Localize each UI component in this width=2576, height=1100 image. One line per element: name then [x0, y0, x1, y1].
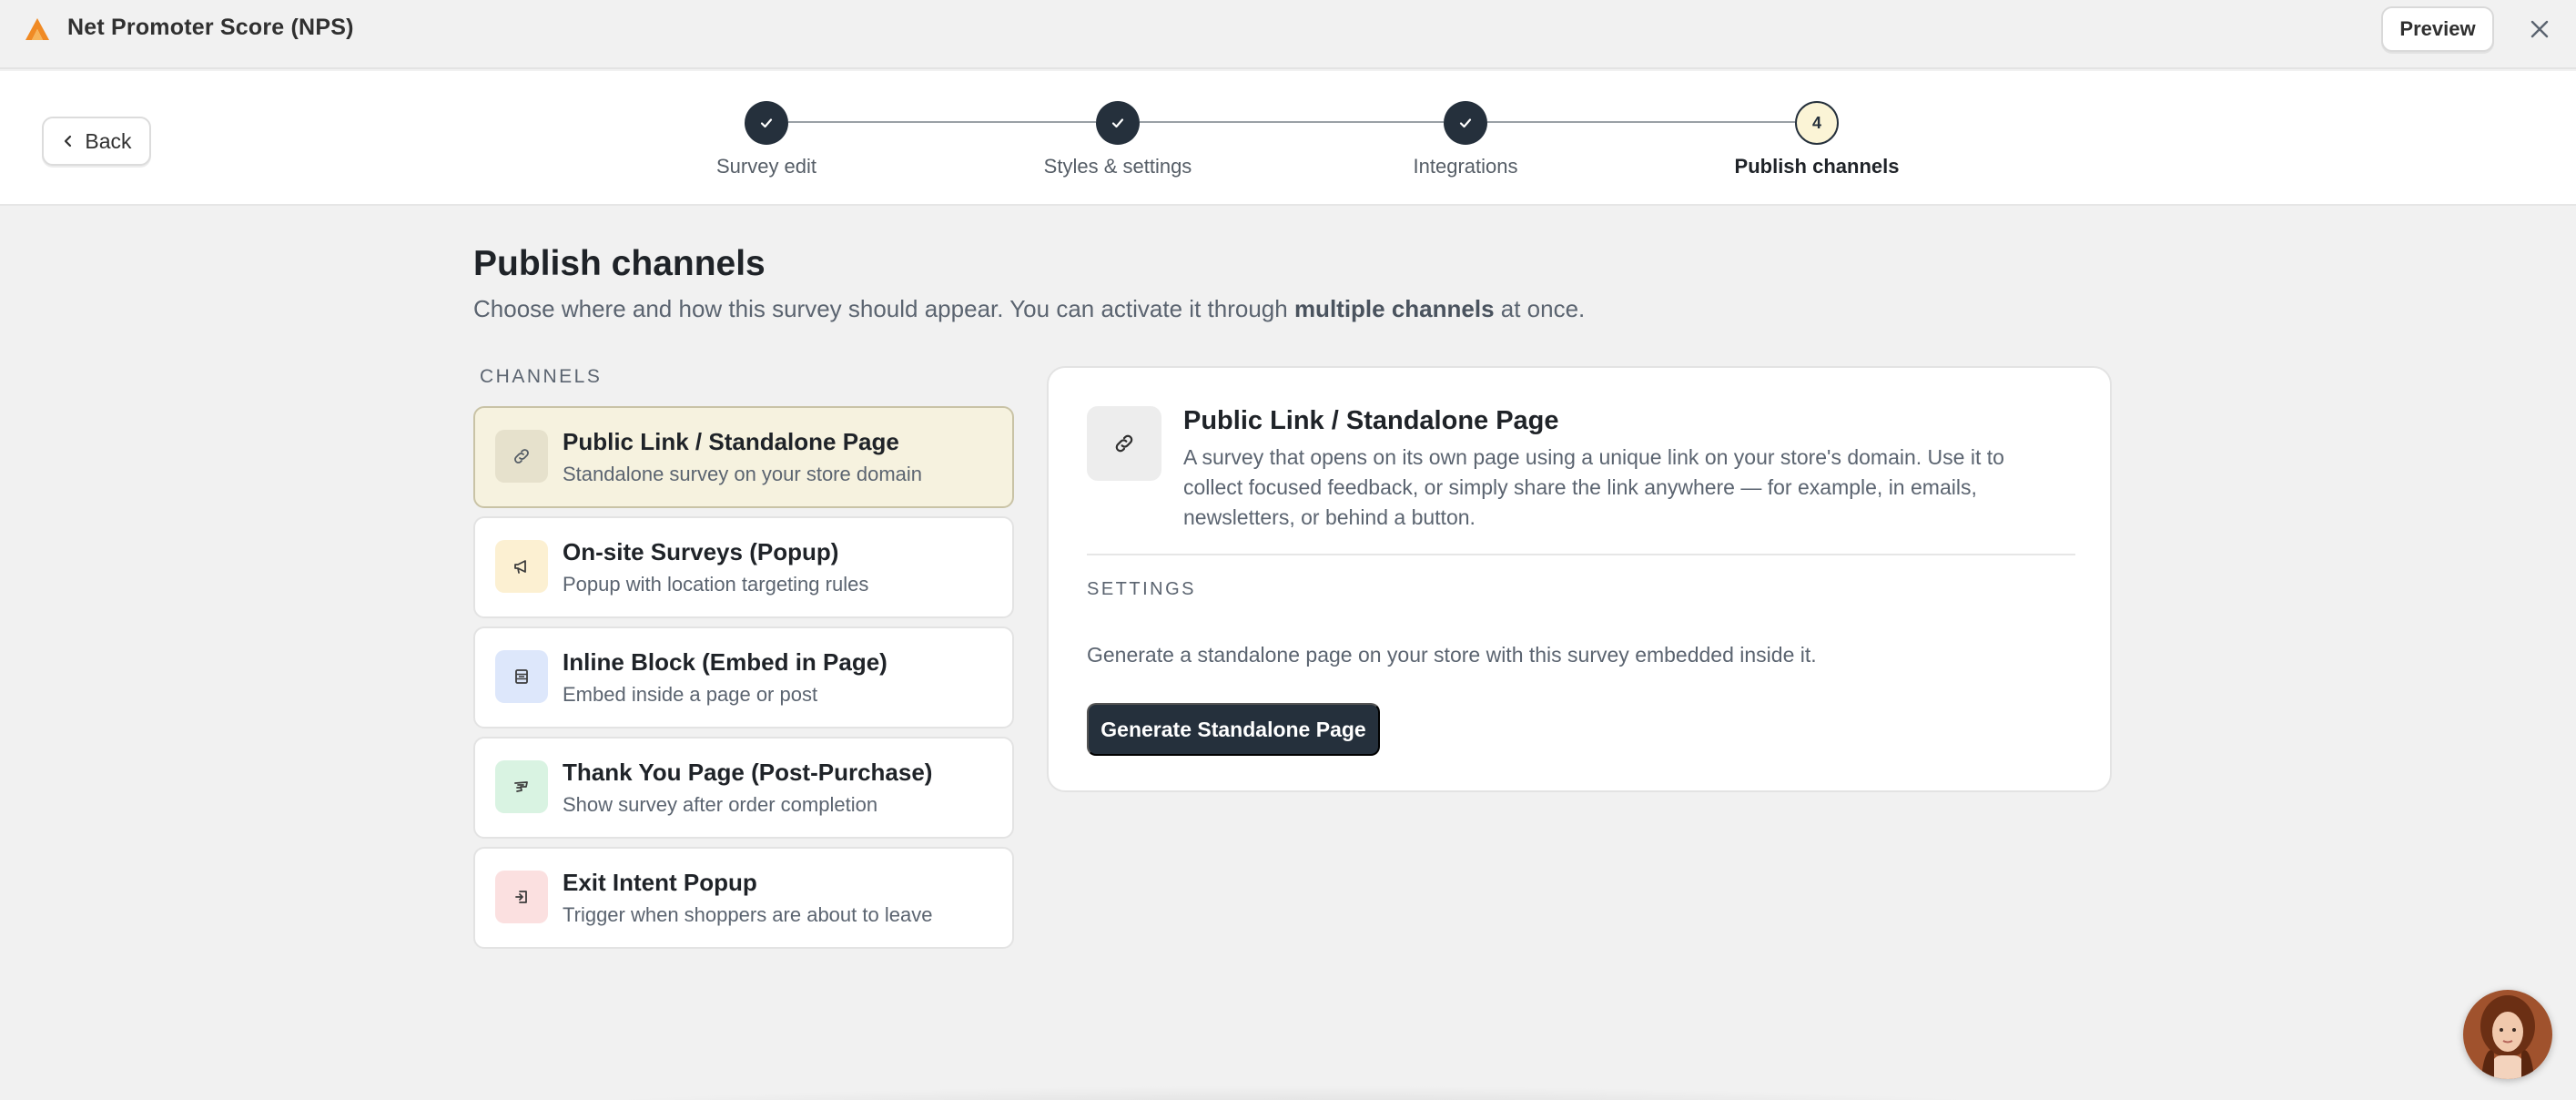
link-icon	[1115, 434, 1133, 453]
generate-standalone-page-button[interactable]: Generate Standalone Page	[1087, 703, 1380, 756]
stepper-bar: Back 4 Survey edit Styles & settings Int…	[0, 71, 2576, 206]
channel-description: Trigger when shoppers are about to leave	[563, 903, 933, 926]
step-3-check[interactable]	[1444, 101, 1487, 145]
channel-description: Popup with location targeting rules	[563, 573, 869, 596]
embed-block-icon	[515, 669, 528, 684]
back-label: Back	[85, 128, 132, 153]
settings-description: Generate a standalone page on your store…	[1087, 643, 1817, 667]
preview-button[interactable]: Preview	[2381, 6, 2494, 52]
channel-title: Public Link / Standalone Page	[563, 428, 899, 455]
channel-title: On-site Surveys (Popup)	[563, 538, 839, 565]
step-4-number[interactable]: 4	[1795, 101, 1839, 145]
channel-title: Thank You Page (Post-Purchase)	[563, 759, 933, 786]
channels-section-label: CHANNELS	[480, 366, 603, 387]
app-title: Net Promoter Score (NPS)	[67, 15, 354, 40]
check-icon	[1111, 118, 1124, 128]
top-bar: Net Promoter Score (NPS) Preview	[0, 0, 2576, 69]
settings-section-label: SETTINGS	[1087, 579, 1197, 599]
step-label-styles-settings[interactable]: Styles & settings	[1044, 155, 1192, 178]
channel-icon-wrap	[495, 871, 548, 923]
receipt-icon	[514, 781, 528, 792]
megaphone-icon	[514, 560, 526, 574]
app-logo-icon	[25, 18, 49, 40]
check-icon	[1459, 118, 1472, 128]
channel-onsite-popup[interactable]: On-site Surveys (Popup) Popup with locat…	[473, 516, 1014, 618]
subtitle-text: Choose where and how this survey should …	[473, 295, 1294, 322]
step-label-survey-edit[interactable]: Survey edit	[716, 155, 816, 178]
channel-title: Exit Intent Popup	[563, 869, 757, 896]
channel-thank-you-page[interactable]: Thank You Page (Post-Purchase) Show surv…	[473, 737, 1014, 839]
channel-detail-panel: Public Link / Standalone Page A survey t…	[1047, 366, 2112, 792]
subtitle-emphasis: multiple channels	[1293, 295, 1495, 322]
chevron-left-icon	[65, 135, 72, 148]
page-title: Publish channels	[473, 244, 766, 283]
support-chat-avatar[interactable]	[2463, 990, 2552, 1079]
channel-icon-wrap	[495, 540, 548, 593]
detail-description: A survey that opens on its own page usin…	[1183, 445, 2004, 529]
channel-icon-wrap	[495, 430, 548, 483]
check-icon	[760, 118, 773, 128]
back-button[interactable]: Back	[42, 117, 151, 166]
channel-title: Inline Block (Embed in Page)	[563, 648, 887, 676]
subtitle-text-end: at once.	[1494, 295, 1586, 322]
step-connector	[1487, 121, 1795, 123]
close-icon[interactable]	[2525, 15, 2554, 44]
channel-description: Standalone survey on your store domain	[563, 463, 923, 485]
channel-exit-intent[interactable]: Exit Intent Popup Trigger when shoppers …	[473, 847, 1014, 949]
channel-icon-wrap	[495, 650, 548, 703]
channel-inline-block[interactable]: Inline Block (Embed in Page) Embed insid…	[473, 626, 1014, 728]
divider	[1087, 554, 2075, 555]
channel-description: Show survey after order completion	[563, 793, 878, 816]
avatar-portrait	[2463, 990, 2552, 1079]
step-connector	[788, 121, 1096, 123]
bottom-shadow	[419, 1085, 2166, 1100]
exit-icon	[515, 891, 527, 903]
channel-icon-wrap	[495, 760, 548, 813]
step-connector	[1140, 121, 1444, 123]
step-label-publish-channels[interactable]: Publish channels	[1735, 155, 1900, 178]
step-2-check[interactable]	[1096, 101, 1140, 145]
link-icon	[514, 449, 529, 463]
step-label-integrations[interactable]: Integrations	[1414, 155, 1518, 178]
step-1-check[interactable]	[745, 101, 788, 145]
detail-title: Public Link / Standalone Page	[1183, 406, 1559, 435]
detail-icon-wrap	[1087, 406, 1161, 481]
page-subtitle: Choose where and how this survey should …	[473, 295, 1585, 323]
channel-public-link[interactable]: Public Link / Standalone Page Standalone…	[473, 406, 1014, 508]
channel-description: Embed inside a page or post	[563, 683, 818, 706]
